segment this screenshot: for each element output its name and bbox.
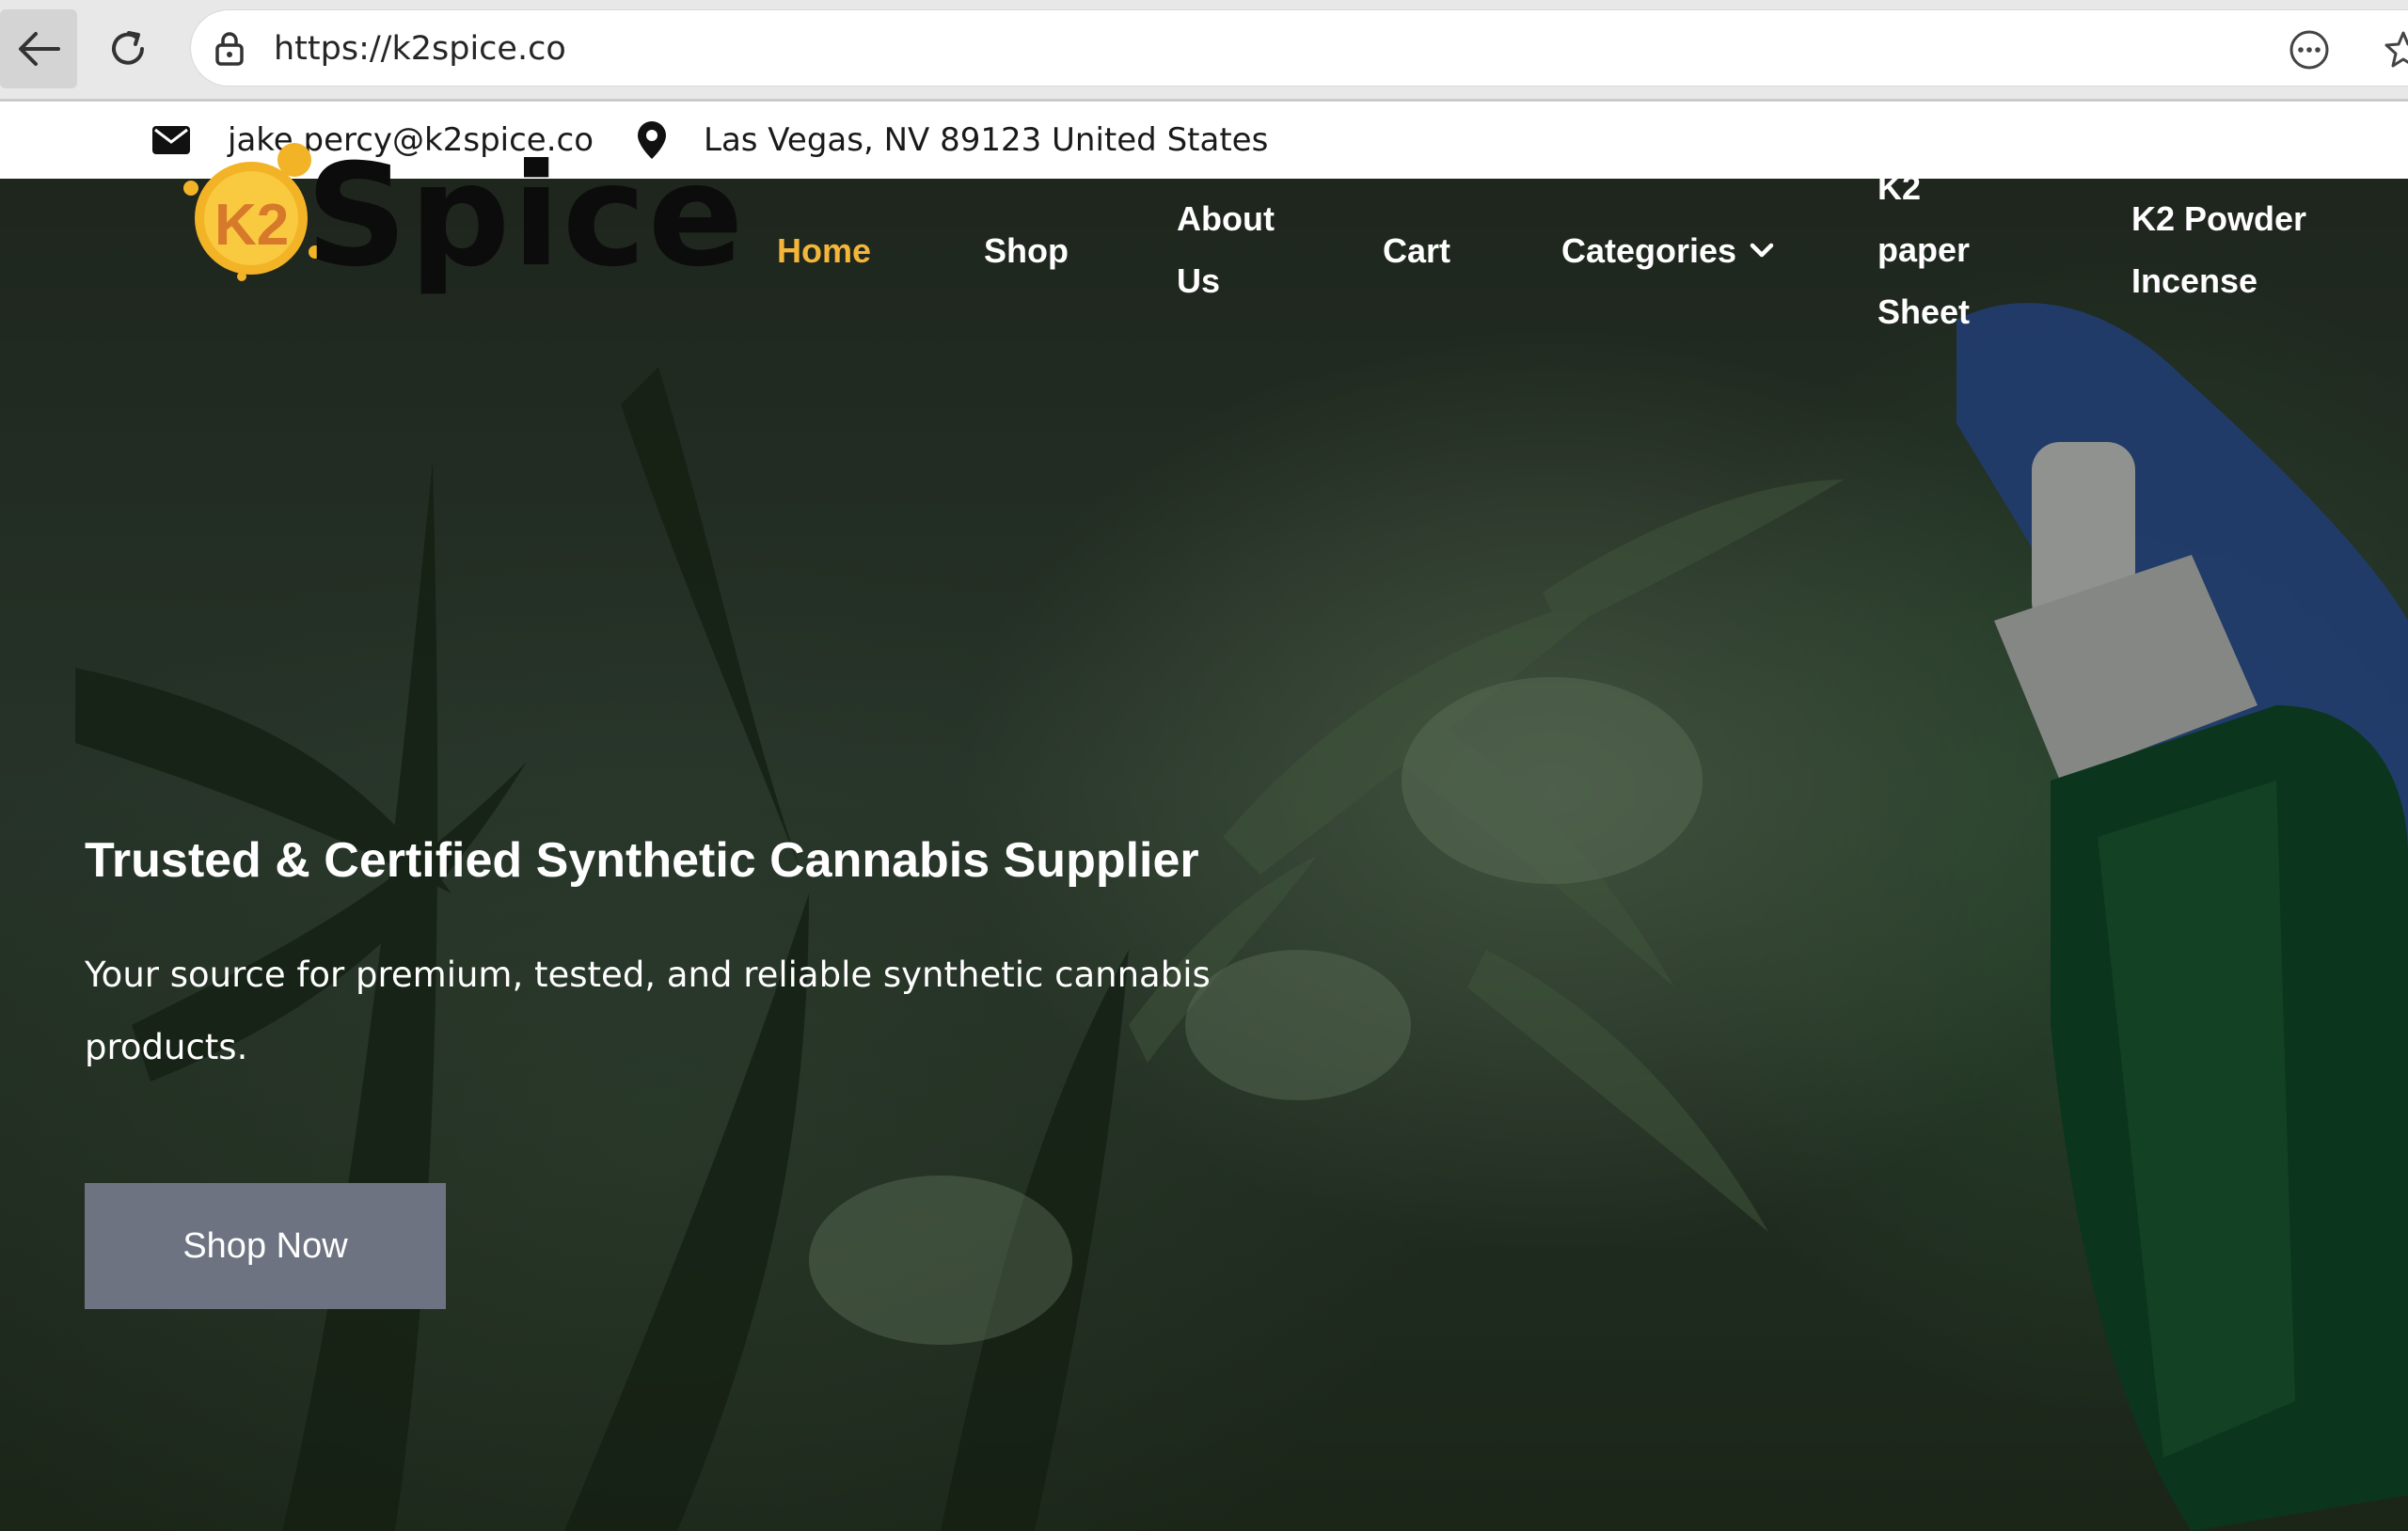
nav-cart[interactable]: Cart (1383, 220, 1450, 282)
more-options-icon[interactable] (2289, 29, 2330, 71)
url-text[interactable]: https://k2spice.co (274, 10, 566, 87)
nav-k2-paper-sheet[interactable]: K2 paper Sheet (1877, 157, 2000, 343)
address-text: Las Vegas, NV 89123 United States (704, 121, 1269, 159)
browser-toolbar: https://k2spice.co (0, 0, 2408, 102)
nav-k2-powder-incense[interactable]: K2 Powder Incense (2131, 188, 2376, 312)
nav-k2paper-line3: Sheet (1877, 292, 1971, 331)
site-logo[interactable]: K2 Spice (183, 141, 743, 301)
nav-about-line2: Us (1177, 261, 1221, 300)
chevron-down-icon (1750, 243, 1774, 258)
lock-icon[interactable] (212, 31, 247, 67)
hero-subtitle: Your source for premium, tested, and rel… (85, 955, 1211, 1067)
nav-shop[interactable]: Shop (984, 220, 1069, 282)
nav-powder-line2: Incense (2131, 261, 2258, 300)
reload-icon (112, 31, 144, 65)
logo-badge-text: K2 (214, 193, 290, 258)
address-bar[interactable]: https://k2spice.co (190, 9, 2408, 87)
back-arrow-icon (19, 32, 60, 66)
favorite-star-icon[interactable] (2383, 29, 2408, 71)
nav-categories[interactable]: Categories (1561, 220, 1774, 282)
logo-wordmark: Spice (306, 134, 746, 298)
shop-now-button[interactable]: Shop Now (85, 1183, 446, 1309)
back-button[interactable] (0, 9, 77, 88)
nav-k2paper-line1: K2 (1877, 168, 1922, 207)
reload-button[interactable] (89, 9, 166, 88)
nav-powder-line1: K2 Powder (2131, 199, 2307, 238)
hero-title: Trusted & Certified Synthetic Cannabis S… (85, 833, 1199, 888)
nav-about-us[interactable]: About Us (1177, 188, 1337, 312)
nav-categories-label: Categories (1561, 231, 1737, 270)
nav-home[interactable]: Home (777, 220, 871, 282)
nav-k2paper-line2: paper (1877, 230, 1971, 269)
nav-about-line1: About (1177, 199, 1275, 238)
